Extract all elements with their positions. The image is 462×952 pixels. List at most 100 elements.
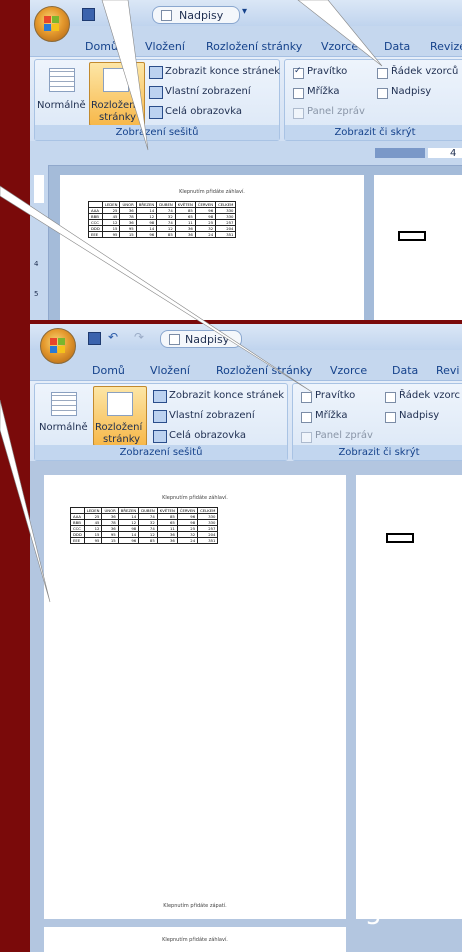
tab-insert[interactable]: Vložení [150, 364, 190, 377]
table-cell: 36 [156, 537, 178, 544]
page-break-icon [153, 390, 167, 403]
headings-checkbox[interactable] [377, 88, 388, 99]
show-hide-group-label: Zobrazit či skrýt [293, 445, 462, 460]
table-cell: 85 [156, 231, 176, 238]
headings-checkbox[interactable] [385, 412, 396, 423]
table-cell: BŘEZEN [117, 507, 140, 514]
page-footer-text: Klepnutím přidáte zápatí. [163, 903, 227, 909]
ribbon-tabs: Domů Vložení Rozložení stránky Vzorce Da… [30, 36, 462, 58]
message-bar-checkbox[interactable] [293, 108, 304, 119]
save-icon[interactable] [82, 8, 95, 21]
formula-bar-checkbox[interactable] [385, 392, 396, 403]
page-layout-label-2: stránky [99, 112, 137, 123]
tab-formulas[interactable]: Vzorce [330, 364, 367, 377]
message-bar-label: Panel zpráv [315, 430, 373, 441]
message-bar-checkbox[interactable] [301, 432, 312, 443]
table-cell: EEE [70, 537, 85, 544]
table-cell: 95 [83, 537, 103, 544]
headings-qat-label: Nadpisy [185, 333, 230, 346]
gridlines-label: Mřížka [307, 86, 340, 97]
undo-icon[interactable]: ↶ [108, 330, 118, 344]
headings-qat-label: Nadpisy [179, 9, 224, 22]
page-header-text: Klepnutím přidáte záhlaví. [162, 495, 228, 501]
page-2 [374, 175, 462, 320]
page-break-preview-button[interactable]: Zobrazit konce stránek [165, 66, 280, 77]
table-cell: CELKEM [197, 507, 219, 514]
show-hide-group: Pravítko Řádek vzorců Mřížka Nadpisy Pan… [284, 59, 462, 141]
horizontal-ruler: 4 [30, 141, 462, 166]
redo-icon[interactable]: ↷ [134, 330, 144, 344]
headings-label: Nadpisy [399, 410, 440, 421]
headings-label: Nadpisy [391, 86, 432, 97]
tab-home[interactable]: Domů [92, 364, 125, 377]
tab-data[interactable]: Data [384, 40, 410, 53]
data-table: LEDEN ÚNOR BŘEZEN DUBEN KVĚTEN ČERVEN CELKEM AA… [88, 201, 237, 238]
row-number-5: 5 [34, 290, 39, 298]
ruler-checkbox[interactable] [293, 66, 304, 79]
full-screen-button[interactable]: Celá obrazovka [165, 106, 242, 117]
worksheet-area: Klepnutím přidáte záhlaví. LEDEN ÚNOR BŘEZ… [30, 461, 462, 952]
data-table: LEDEN ÚNOR BŘEZEN DUBEN KVĚTEN ČERVEN CELKEM AA… [70, 507, 219, 544]
save-icon[interactable] [88, 332, 101, 345]
custom-views-icon [149, 86, 163, 99]
full-screen-icon [149, 106, 163, 119]
tab-formulas[interactable]: Vzorce [321, 40, 358, 53]
ruler-highlight [375, 148, 425, 158]
tab-home[interactable]: Domů [85, 40, 118, 53]
tab-data[interactable]: Data [392, 364, 418, 377]
table-cell: 96 [117, 537, 140, 544]
gridlines-checkbox[interactable] [301, 412, 312, 423]
cell-marker-icon [398, 231, 426, 241]
table-cell: LEDEN [83, 507, 103, 514]
table-cell: ČERVEN [194, 201, 217, 208]
full-screen-button[interactable]: Celá obrazovka [169, 430, 246, 441]
ruler-white [428, 148, 462, 158]
tab-insert[interactable]: Vložení [145, 40, 185, 53]
ribbon-view: Normálně Rozložení stránky Zobrazit konc… [30, 56, 462, 141]
headings-qat-checkbox[interactable]: Nadpisy [160, 330, 242, 348]
page-1: Klepnutím přidáte záhlaví. LEDEN ÚNOR BŘEZ… [44, 475, 346, 919]
office-button[interactable] [40, 328, 76, 364]
table-cell: LEDEN [101, 201, 121, 208]
normal-view-icon [51, 392, 77, 416]
table-cell: 85 [138, 537, 158, 544]
table-cell: 95 [101, 231, 121, 238]
normal-view-button[interactable]: Normálně [39, 422, 88, 433]
table-cell: 96 [135, 231, 158, 238]
tab-page-layout[interactable]: Rozložení stránky [216, 364, 312, 377]
page-header-text: Klepnutím přidáte záhlaví. [179, 189, 245, 195]
tab-page-layout[interactable]: Rozložení stránky [206, 40, 302, 53]
table-cell: 24 [194, 231, 217, 238]
headings-qat-checkbox[interactable]: Nadpisy [152, 6, 240, 24]
office-logo-icon [44, 16, 60, 32]
tab-review[interactable]: Revize [430, 40, 462, 53]
table-cell: 36 [174, 231, 196, 238]
tab-review[interactable]: Revi [436, 364, 459, 377]
custom-views-button[interactable]: Vlastní zobrazení [165, 86, 251, 97]
table-cell: 15 [101, 537, 119, 544]
normal-view-button[interactable]: Normálně [37, 100, 86, 111]
formula-bar-checkbox[interactable] [377, 68, 388, 79]
custom-views-icon [153, 410, 167, 423]
show-hide-group-label: Zobrazit či skrýt [285, 125, 462, 140]
page-2 [356, 475, 462, 919]
table-cell: ÚNOR [119, 201, 137, 208]
table-row: EEE 95 15 96 85 36 24 351 [70, 537, 219, 544]
table-cell: 15 [119, 231, 137, 238]
row-number-4: 4 [34, 260, 39, 268]
qat-dropdown-icon[interactable]: ▾ [242, 6, 247, 17]
gridlines-checkbox[interactable] [293, 88, 304, 99]
gridlines-label: Mřížka [315, 410, 348, 421]
table-cell: EEE [88, 231, 103, 238]
page-break-preview-button[interactable]: Zobrazit konce stránek [169, 390, 284, 401]
ruler-checkbox[interactable] [301, 392, 312, 403]
page-3: Klepnutím přidáte záhlaví. [44, 927, 346, 952]
message-bar-label: Panel zpráv [307, 106, 365, 117]
page-1: Klepnutím přidáte záhlaví. LEDEN ÚNOR BŘEZ… [60, 175, 364, 320]
workbook-views-group-label: Zobrazení sešitů [35, 125, 279, 140]
formula-bar-label: Řádek vzorců [391, 66, 459, 77]
page-layout-icon [103, 68, 129, 92]
formula-bar-label: Řádek vzorc [399, 390, 461, 401]
bottom-excel-window: ↶ ↷ Nadpisy Domů Vložení Rozložení strán… [30, 324, 462, 952]
custom-views-button[interactable]: Vlastní zobrazení [169, 410, 255, 421]
